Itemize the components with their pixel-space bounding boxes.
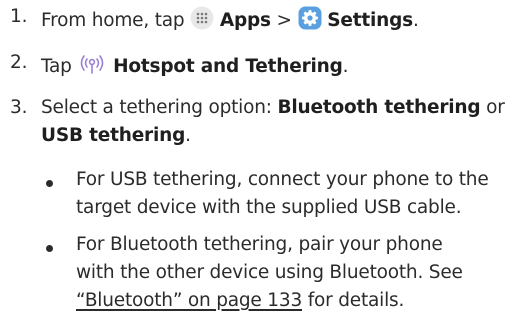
step-number: 3. bbox=[10, 97, 28, 118]
bullet-2-line-2: with the other device using Bluetooth. S… bbox=[76, 262, 463, 283]
settings-gear-icon bbox=[298, 6, 322, 35]
bluetooth-page-link[interactable]: “Bluetooth” on page 133 bbox=[76, 290, 302, 311]
bluetooth-tethering-option: Bluetooth tethering bbox=[277, 97, 481, 118]
settings-label: Settings bbox=[327, 10, 413, 31]
step-number: 2. bbox=[10, 52, 28, 73]
apps-grid-icon bbox=[190, 6, 214, 35]
bullet-1-line-1: For USB tethering, connect your phone to… bbox=[76, 169, 489, 190]
apps-label: Apps bbox=[219, 10, 271, 31]
usb-tethering-option: USB tethering bbox=[41, 125, 186, 146]
bullet-dot bbox=[46, 180, 53, 187]
bullet-dot bbox=[46, 245, 53, 252]
step-2-text: Tap Hotspot and Tethering. bbox=[41, 52, 349, 81]
step-1: 1. From home, tap Apps > Settings. bbox=[0, 6, 507, 32]
link-suffix: for details. bbox=[307, 290, 405, 311]
document-page: { "steps": [ { "number": "1.", "prefix":… bbox=[0, 0, 507, 322]
step-2-prefix: Tap bbox=[41, 56, 72, 77]
menu-separator: > bbox=[276, 10, 293, 31]
step-3: 3. Select a tethering option: Bluetooth … bbox=[0, 97, 507, 153]
bullet-2-line-3: “Bluetooth” on page 133 for details. bbox=[76, 290, 404, 311]
step-3-line-2: USB tethering. bbox=[41, 125, 191, 146]
or-text: or bbox=[486, 97, 505, 118]
step-1-text: From home, tap Apps > Settings. bbox=[41, 6, 419, 35]
step-2: 2. Tap Hotspot and Tethering. bbox=[0, 52, 507, 78]
bullet-2-line-1: For Bluetooth tethering, pair your phone bbox=[76, 234, 443, 255]
hotspot-label: Hotspot and Tethering bbox=[113, 56, 343, 77]
step-number: 1. bbox=[10, 6, 28, 27]
step-1-prefix: From home, tap bbox=[41, 10, 185, 31]
bullet-1-line-2: target device with the supplied USB cabl… bbox=[76, 197, 462, 218]
step-3-prefix: Select a tethering option: bbox=[41, 97, 272, 118]
hotspot-icon bbox=[77, 52, 107, 81]
step-3-line-1: Select a tethering option: Bluetooth tet… bbox=[41, 97, 505, 118]
